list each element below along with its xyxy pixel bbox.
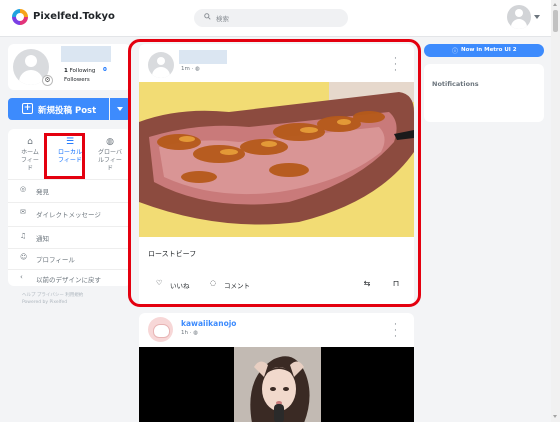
chevron-down-icon[interactable] xyxy=(534,15,540,19)
home-icon: ⌂ xyxy=(27,137,33,147)
tab-home-feed[interactable]: ⌂ ホーム フィー ド xyxy=(12,137,48,173)
pixelfed-logo-icon[interactable] xyxy=(12,9,28,25)
annotation-highlight-post xyxy=(128,39,421,307)
post-card: kawaiikanojo 1h · ◍ · · · xyxy=(139,313,414,422)
footer-links[interactable]: ヘルプ プライバシー 利用規約 Powered by Pixelfed xyxy=(22,292,122,306)
metro-ui-badge-button[interactable]: ⓘ Now in Metro UI 2 xyxy=(424,44,544,57)
globe-icon: ◍ xyxy=(193,330,199,336)
tab-global-feed[interactable]: ◍ グローバ ルフィー ド xyxy=(92,137,128,173)
post-image-portrait[interactable] xyxy=(234,347,321,422)
more-options-icon[interactable]: · · · xyxy=(394,321,397,342)
sidebar-item-direct-messages[interactable]: ✉ ダイレクトメッセージ xyxy=(8,204,131,222)
annotation-highlight-local-feed xyxy=(44,133,85,179)
user-icon: ☺ xyxy=(20,253,28,261)
gear-icon[interactable]: ⚙ xyxy=(42,75,53,86)
post-media[interactable] xyxy=(139,347,414,422)
notifications-title: Notifications xyxy=(432,80,479,88)
sidebar-item-notifications[interactable]: ♫ 通知 xyxy=(8,228,131,246)
new-post-button[interactable]: + 新規投稿 Post xyxy=(8,98,109,120)
top-navbar: Pixelfed.Tokyo 検索 xyxy=(0,0,560,37)
divider xyxy=(8,226,131,227)
bell-icon: ♫ xyxy=(20,232,27,240)
sidebar-item-legacy-design[interactable]: ‹ 以前のデザインに戻す xyxy=(8,269,131,287)
search-placeholder: 検索 xyxy=(216,15,229,23)
post-username[interactable]: kawaiikanojo xyxy=(181,319,236,328)
followers-label: Followers xyxy=(64,77,90,83)
scroll-up-icon[interactable] xyxy=(553,3,557,6)
post-timestamp[interactable]: 1h · ◍ xyxy=(181,330,198,336)
followers-count[interactable]: 0 xyxy=(103,67,107,73)
avatar[interactable] xyxy=(148,317,173,342)
divider xyxy=(8,202,131,203)
scroll-down-icon[interactable] xyxy=(553,415,557,418)
notifications-card: Notifications xyxy=(424,64,544,122)
plus-square-icon: + xyxy=(22,103,33,114)
profile-name-blurred[interactable] xyxy=(61,46,111,62)
profile-card: ⚙ 1 Following Followers 0 xyxy=(8,44,131,90)
sidebar-item-discover[interactable]: ◎ 発見 xyxy=(8,181,131,199)
user-avatar-menu[interactable] xyxy=(507,5,531,29)
mail-icon: ✉ xyxy=(20,208,26,216)
scrollbar-thumb[interactable] xyxy=(553,10,558,32)
globe-icon: ◍ xyxy=(106,137,114,147)
sidebar-item-profile[interactable]: ☺ プロフィール xyxy=(8,249,131,267)
info-icon: ⓘ xyxy=(452,48,459,55)
search-icon xyxy=(204,13,211,22)
brand-name[interactable]: Pixelfed.Tokyo xyxy=(33,11,115,22)
page-scrollbar[interactable] xyxy=(551,0,560,422)
compass-icon: ◎ xyxy=(20,185,27,193)
divider xyxy=(8,179,131,180)
following-stat[interactable]: 1 Following Followers xyxy=(64,67,95,85)
chevron-left-icon: ‹ xyxy=(20,273,23,281)
search-input[interactable]: 検索 xyxy=(194,9,348,27)
